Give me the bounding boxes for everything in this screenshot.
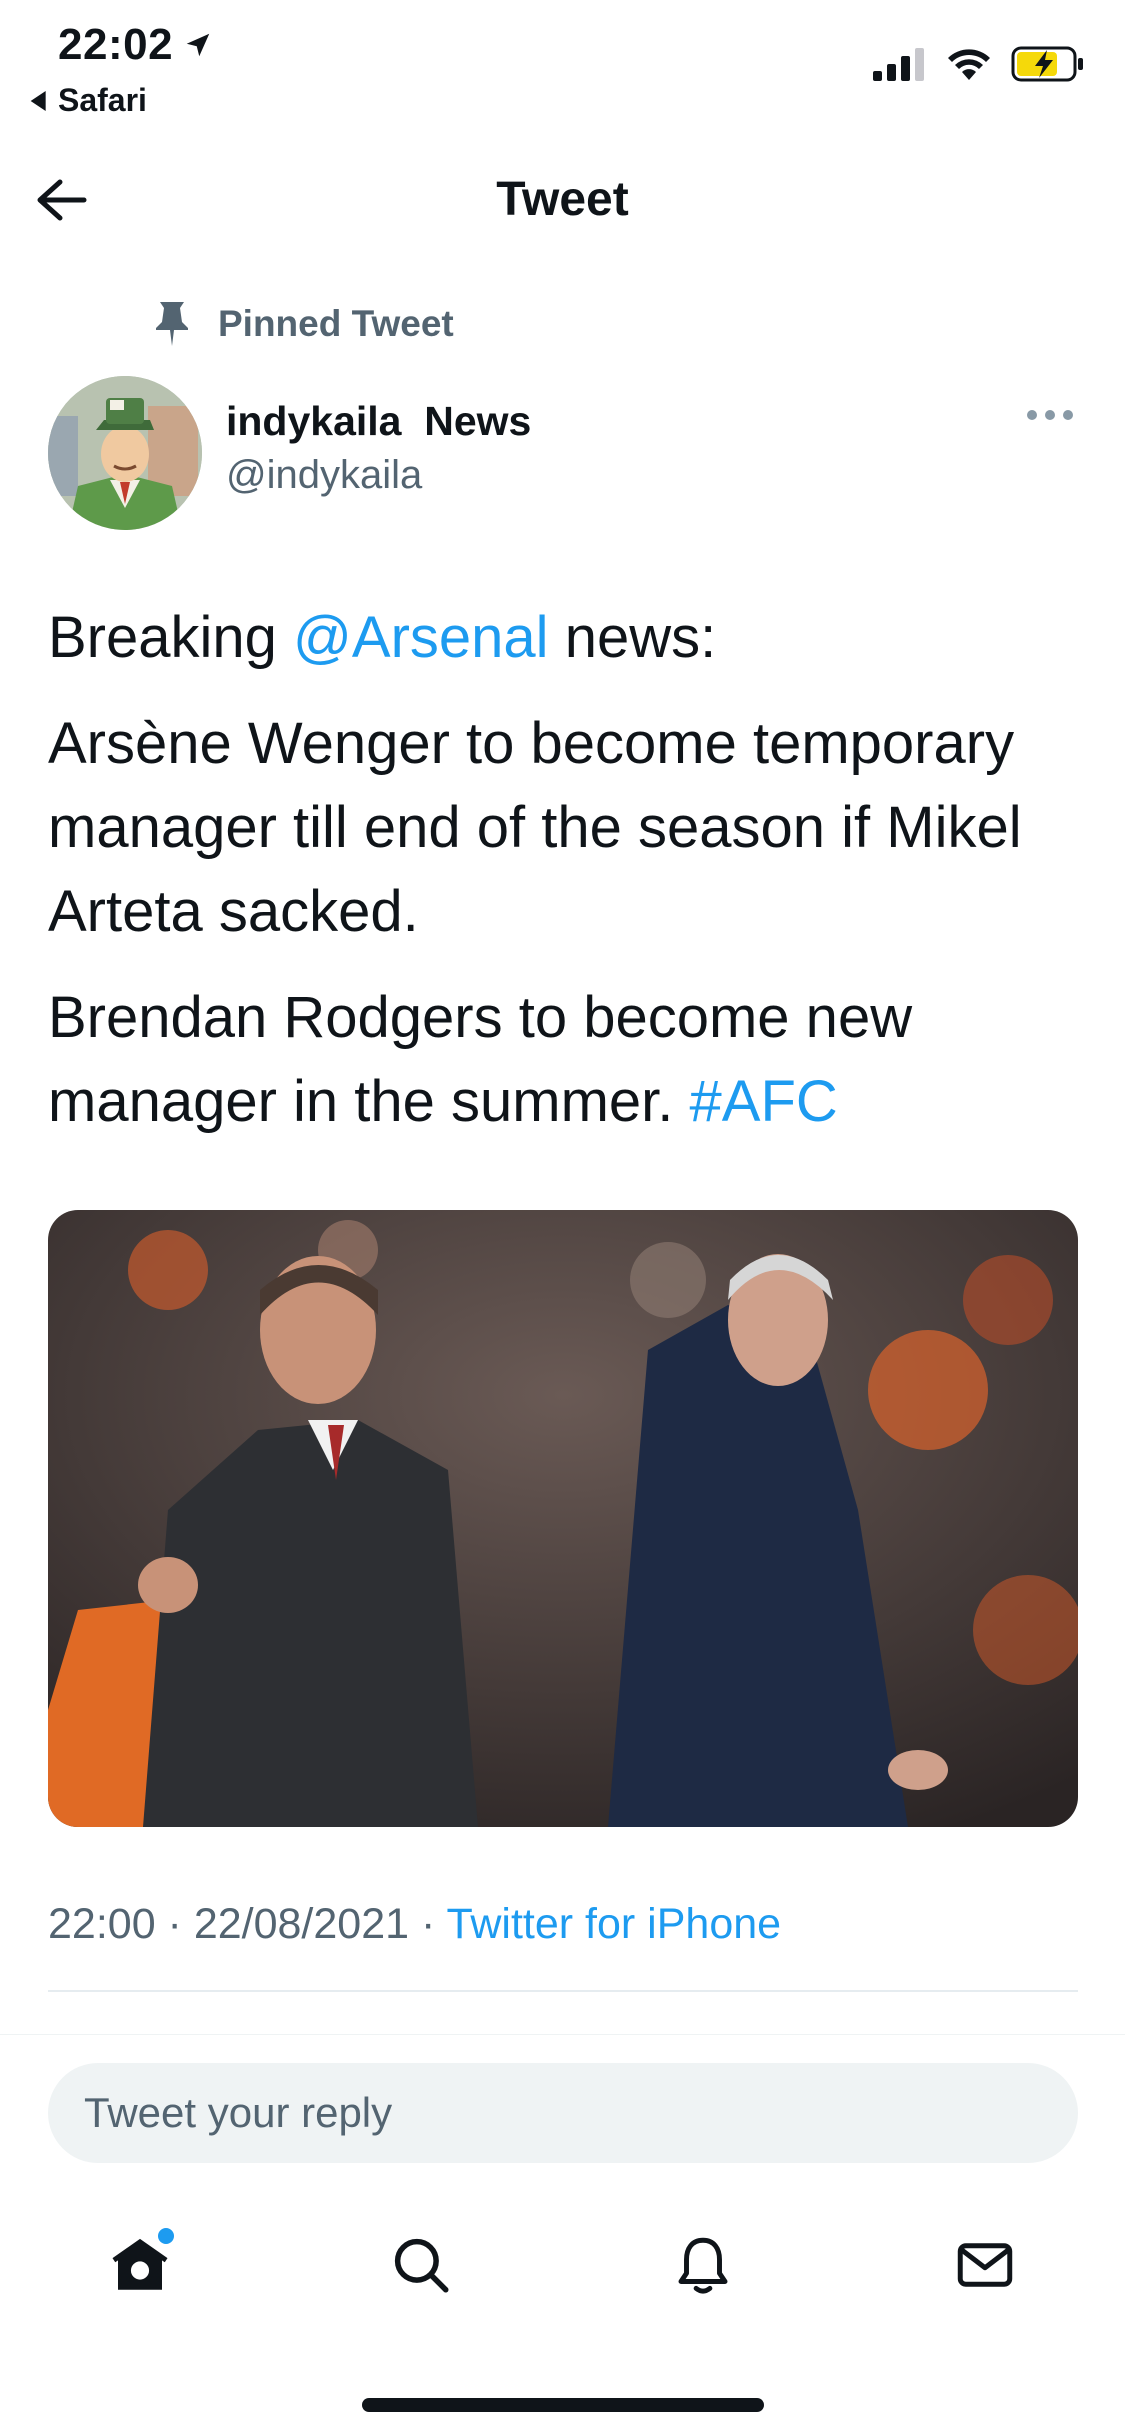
messages-icon <box>957 2243 1013 2287</box>
home-indicator[interactable] <box>362 2398 764 2412</box>
tab-notifications[interactable] <box>658 2220 748 2310</box>
status-bar: 22:02 Safari <box>0 0 1125 130</box>
tweet-meta: 22:00 · 22/08/2021 · Twitter for iPhone <box>48 1900 781 1949</box>
tweet-text: Breaking @Arsenal news: Arsène Wenger to… <box>48 596 1078 1166</box>
status-icons <box>873 46 1085 82</box>
divider <box>48 1990 1078 1992</box>
tab-bar <box>0 2220 1125 2330</box>
back-app-label: Safari <box>58 82 147 118</box>
more-options-button[interactable] <box>1027 410 1073 420</box>
cellular-signal-icon <box>873 48 924 81</box>
mention-link[interactable]: @Arsenal <box>293 605 549 670</box>
photo-image <box>48 1210 1078 1827</box>
pinned-label: Pinned Tweet <box>218 303 454 344</box>
caret-left-icon <box>30 90 46 111</box>
tweet-paragraph-3: Brendan Rodgers to become new manager in… <box>48 976 1078 1144</box>
tweet-photo[interactable] <box>48 1210 1078 1827</box>
search-icon <box>394 2238 449 2293</box>
author-handle[interactable]: @indykaila <box>226 453 531 498</box>
tweet-source-link[interactable]: Twitter for iPhone <box>446 1900 781 1948</box>
tweet-date: 22/08/2021 <box>193 1900 410 1948</box>
battery-charging-icon <box>1011 46 1083 82</box>
home-notification-dot <box>158 2228 174 2244</box>
reply-input[interactable]: Tweet your reply <box>48 2063 1078 2163</box>
location-arrow-icon <box>186 33 210 57</box>
status-time-text: 22:02 <box>58 20 174 69</box>
page-title: Tweet <box>496 173 629 226</box>
text-segment: news: <box>548 605 717 670</box>
hashtag-link[interactable]: #AFC <box>690 1069 838 1134</box>
meta-separator: · <box>409 1900 447 1948</box>
nav-header: Tweet <box>0 150 1125 250</box>
tweet-paragraph-1: Breaking @Arsenal news: <box>48 596 1078 680</box>
tweet-paragraph-2: Arsène Wenger to become temporary manage… <box>48 711 1022 944</box>
tab-search[interactable] <box>376 2220 466 2310</box>
meta-separator: · <box>155 1900 194 1948</box>
pin-icon <box>156 302 188 346</box>
status-time: 22:02 <box>58 20 213 70</box>
more-dot <box>1063 410 1073 420</box>
avatar[interactable] <box>48 376 202 530</box>
author-name[interactable]: indykaila News <box>226 398 531 445</box>
pinned-indicator: Pinned Tweet <box>152 300 454 348</box>
more-dot <box>1045 410 1055 420</box>
reply-area: Tweet your reply <box>0 2034 1125 2436</box>
tweet-detail-screen: 22:02 Safari Tweet Pinned Tweet indykail… <box>0 0 1125 2436</box>
text-segment: Breaking <box>48 605 294 670</box>
notifications-icon <box>678 2237 728 2294</box>
tweet-time: 22:00 <box>48 1900 156 1948</box>
more-dot <box>1027 410 1037 420</box>
tab-messages[interactable] <box>940 2220 1030 2310</box>
author-info[interactable]: indykaila News @indykaila <box>226 398 531 498</box>
avatar-illustration <box>48 376 202 530</box>
back-to-safari[interactable]: Safari <box>30 82 147 119</box>
wifi-icon <box>948 49 990 80</box>
